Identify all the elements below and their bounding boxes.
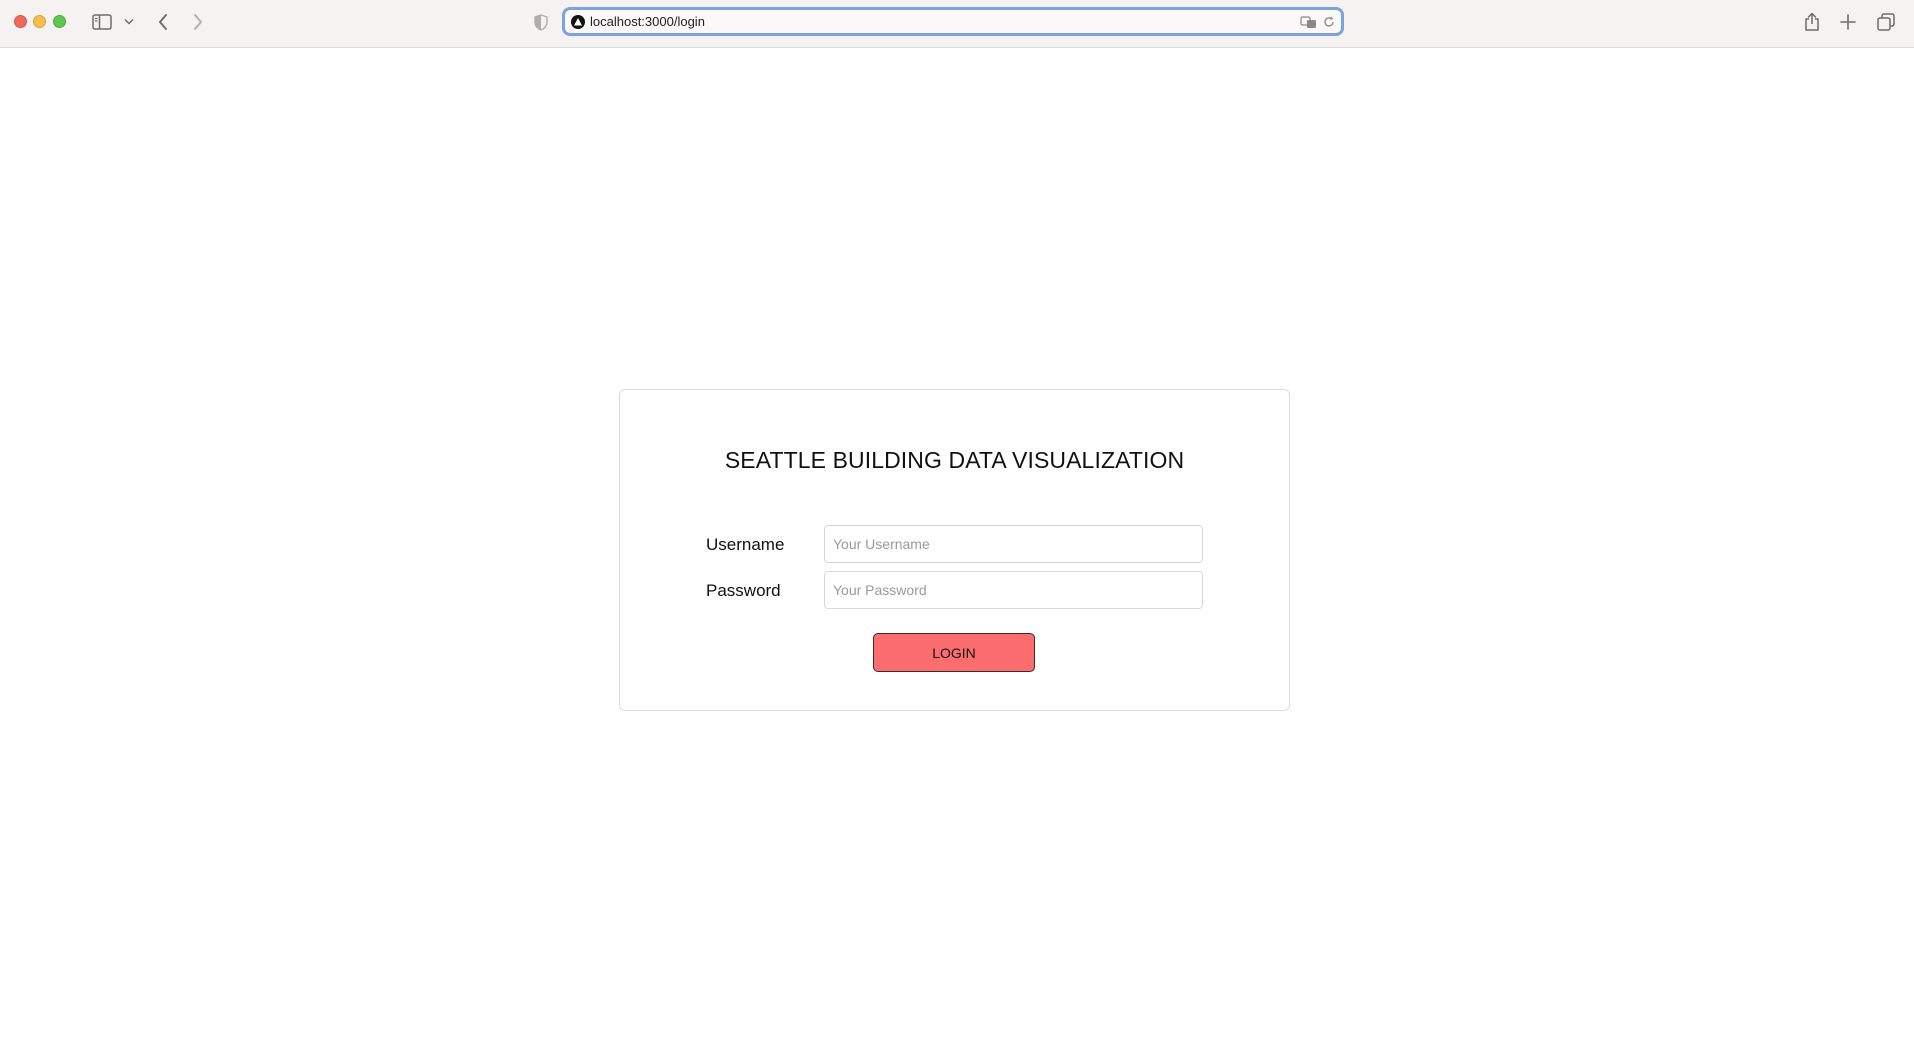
forward-arrow-icon[interactable] [187, 10, 209, 34]
window-close-button[interactable] [14, 15, 27, 28]
browser-toolbar: localhost:3000/login [0, 0, 1914, 48]
reload-icon[interactable] [1321, 13, 1337, 31]
username-label: Username [706, 535, 785, 554]
translate-icon[interactable] [1299, 13, 1319, 31]
site-favicon-icon [571, 15, 585, 29]
window-minimize-button[interactable] [33, 15, 46, 28]
password-label: Password [706, 581, 781, 600]
plus-icon[interactable] [1836, 10, 1860, 34]
share-icon[interactable] [1800, 9, 1824, 35]
tabs-overview-icon[interactable] [1874, 10, 1898, 34]
login-button[interactable]: LOGIN [873, 633, 1035, 672]
username-field[interactable] [824, 525, 1203, 563]
address-bar[interactable]: localhost:3000/login [562, 7, 1344, 36]
back-arrow-icon[interactable] [152, 10, 174, 34]
page-title: SEATTLE BUILDING DATA VISUALIZATION [724, 447, 1185, 473]
window-zoom-button[interactable] [53, 15, 66, 28]
shield-icon[interactable] [530, 11, 552, 33]
address-text[interactable]: localhost:3000/login [590, 14, 705, 30]
password-field[interactable] [824, 571, 1203, 609]
sidebar-icon[interactable] [90, 11, 114, 33]
chevron-down-icon[interactable] [122, 13, 136, 31]
login-card: SEATTLE BUILDING DATA VISUALIZATION User… [619, 389, 1290, 711]
